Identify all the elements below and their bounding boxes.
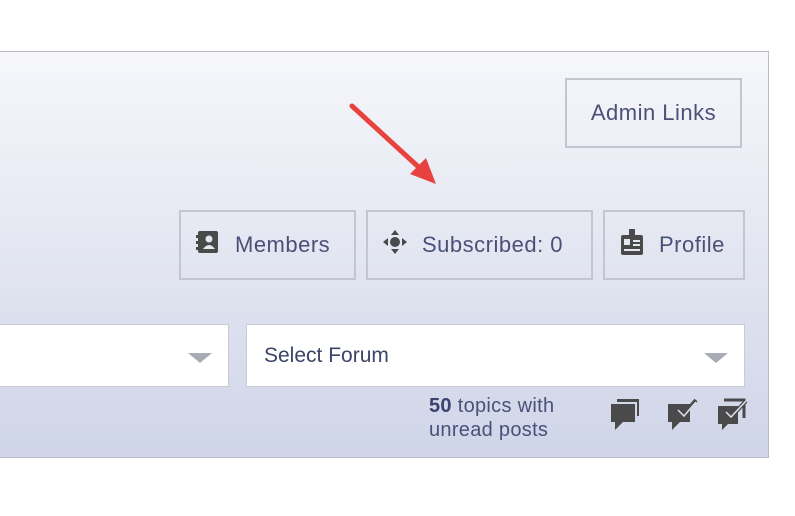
- select-forum-dropdown[interactable]: Select Forum: [246, 324, 745, 387]
- members-label: Members: [235, 232, 331, 257]
- unread-text-2: unread posts: [429, 419, 549, 441]
- profile-icon: [619, 228, 645, 262]
- subscribed-label: Subscribed: 0: [422, 232, 564, 257]
- members-button[interactable]: Members: [179, 210, 356, 280]
- forum-jump-select[interactable]: [0, 324, 229, 387]
- members-icon: [195, 229, 221, 261]
- subscribed-icon: [382, 229, 408, 261]
- mark-all-read-icon[interactable]: [716, 398, 750, 437]
- chevron-down-icon: [704, 353, 728, 363]
- unread-count: 50: [429, 395, 452, 417]
- mark-read-icon[interactable]: [666, 398, 698, 437]
- chevron-down-icon: [188, 353, 212, 363]
- admin-links-label: Admin Links: [590, 100, 717, 125]
- profile-label: Profile: [659, 232, 725, 257]
- admin-links-button[interactable]: Admin Links: [565, 78, 742, 148]
- select-forum-value: Select Forum: [264, 343, 389, 367]
- unread-text-1: topics with: [451, 395, 555, 417]
- profile-button[interactable]: Profile: [603, 210, 745, 280]
- unread-topics-link[interactable]: 50 topics with unread posts: [429, 394, 554, 442]
- subscribed-button[interactable]: Subscribed: 0: [366, 210, 593, 280]
- annotation-arrow-icon: [349, 103, 436, 184]
- unread-topics-icon[interactable]: [609, 398, 641, 437]
